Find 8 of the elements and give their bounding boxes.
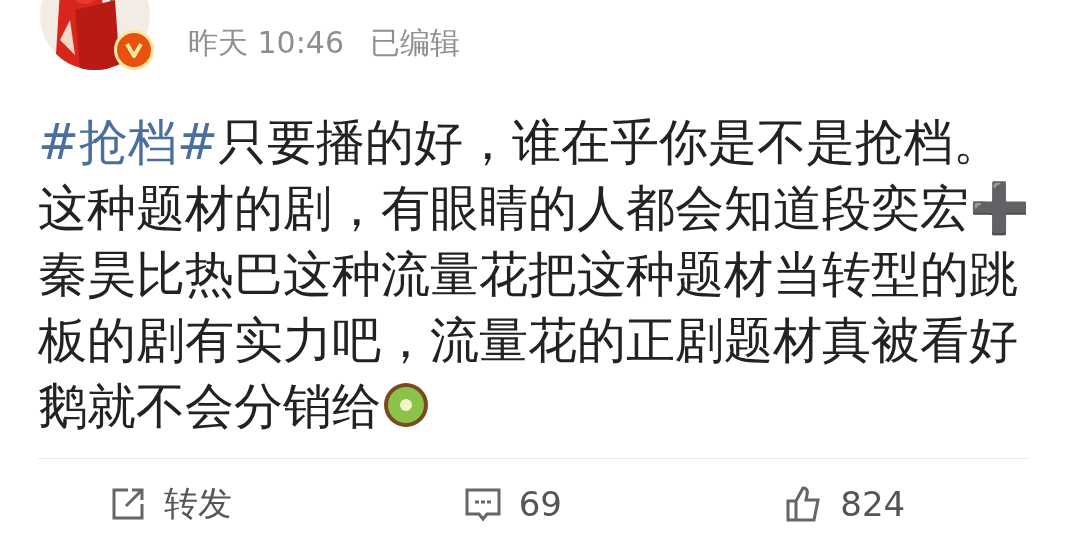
like-count[interactable]: 824 — [840, 484, 906, 524]
post-time: 昨天 10:46 — [188, 24, 344, 62]
post-text: #抢档#只要播的好，谁在乎你是不是抢档。这种题材的剧，有眼睛的人都会知道段奕宏➕秦昊比热巴这种流量花把这种题材当转型的跳板的剧有实力吧，流量花的正剧题材真被看好鹅就不会分销给 — [38, 113, 1031, 437]
comment-count[interactable]: 69 — [518, 484, 562, 524]
repost-count[interactable]: 转发 — [164, 481, 232, 527]
kiwi-icon — [381, 380, 431, 430]
hashtag-link[interactable]: #抢档# — [38, 114, 219, 171]
edited-label: 已编辑 — [370, 24, 460, 62]
